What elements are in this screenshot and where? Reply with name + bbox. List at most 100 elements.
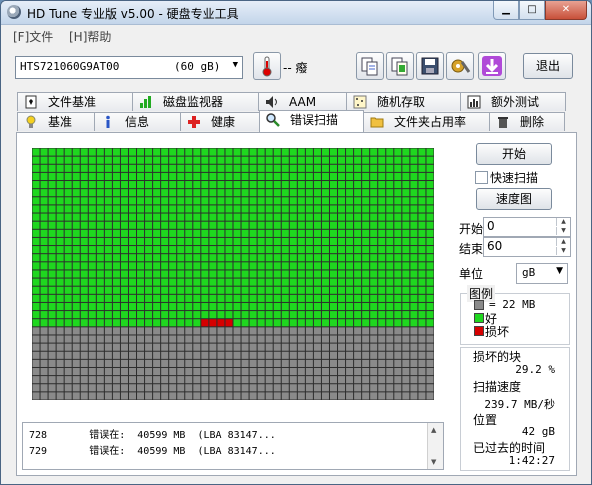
good-block xyxy=(362,164,370,172)
good-block xyxy=(64,213,72,221)
spin-down-icon[interactable]: ▼ xyxy=(556,227,570,235)
good-block xyxy=(346,156,354,164)
tab-folder-usage[interactable]: 文件夹占用率 xyxy=(363,112,490,131)
good-block xyxy=(338,189,346,197)
unscanned-block xyxy=(313,392,321,400)
unscanned-block xyxy=(394,327,402,335)
good-block xyxy=(346,311,354,319)
minimize-icon[interactable]: ▁ xyxy=(493,1,519,20)
good-block xyxy=(386,286,394,294)
good-block xyxy=(201,164,209,172)
good-block xyxy=(386,213,394,221)
unscanned-block xyxy=(305,335,313,343)
error-log[interactable]: 728 错误在: 40599 MB (LBA 83147... 729 错误在:… xyxy=(22,422,444,470)
good-block xyxy=(217,278,225,286)
menu-file[interactable]: [F]文件 xyxy=(13,28,53,45)
copy-info-button[interactable] xyxy=(386,52,414,80)
scroll-down-icon[interactable]: ▼ xyxy=(431,458,436,466)
copy-text-button[interactable] xyxy=(356,52,384,80)
good-block xyxy=(96,172,104,181)
save-button[interactable] xyxy=(416,52,444,80)
good-block xyxy=(72,311,80,319)
tab-info[interactable]: 信息 xyxy=(94,112,181,131)
good-block xyxy=(32,294,40,302)
spin-down-icon[interactable]: ▼ xyxy=(556,247,570,255)
good-block xyxy=(64,172,72,181)
unscanned-block xyxy=(273,376,281,384)
good-block xyxy=(289,254,297,262)
unscanned-block xyxy=(257,367,265,376)
good-block xyxy=(48,237,56,246)
speed-map-button[interactable]: 速度图 xyxy=(476,188,552,210)
good-block xyxy=(346,213,354,221)
unscanned-block xyxy=(201,335,209,343)
good-block xyxy=(104,213,112,221)
unscanned-block xyxy=(233,367,241,376)
tab-extra-tests[interactable]: 额外测试 xyxy=(460,92,566,111)
spin-up-icon[interactable]: ▲ xyxy=(556,238,570,246)
tab-erase[interactable]: 删除 xyxy=(489,112,565,131)
start-button[interactable]: 开始 xyxy=(476,143,552,165)
scroll-up-icon[interactable]: ▲ xyxy=(431,426,436,434)
good-block xyxy=(104,181,112,189)
unscanned-block xyxy=(354,367,362,376)
download-button[interactable] xyxy=(478,52,506,80)
good-block xyxy=(338,262,346,270)
close-icon[interactable]: ✕ xyxy=(545,1,587,20)
unit-select[interactable]: gB ▼ xyxy=(516,263,568,284)
good-block xyxy=(362,286,370,294)
good-block xyxy=(281,254,289,262)
good-block xyxy=(80,148,88,156)
good-block xyxy=(329,262,338,270)
good-block xyxy=(281,270,289,278)
spin-up-icon[interactable]: ▲ xyxy=(556,218,570,226)
good-block xyxy=(426,213,434,221)
bad-block xyxy=(201,319,209,327)
tab-aam[interactable]: AAM xyxy=(258,92,347,111)
bad-block xyxy=(217,319,225,327)
good-block xyxy=(96,164,104,172)
good-block xyxy=(32,172,40,181)
good-block xyxy=(354,302,362,311)
start-position-input[interactable]: 0 ▲ ▼ xyxy=(483,217,571,237)
tab-error-scan[interactable]: 错误扫描 xyxy=(259,110,364,132)
good-block xyxy=(128,181,137,189)
tab-health[interactable]: 健康 xyxy=(180,112,260,131)
maximize-icon[interactable]: □ xyxy=(519,1,545,20)
good-block xyxy=(378,302,386,311)
good-block xyxy=(153,246,161,254)
end-position-input[interactable]: 60 ▲ ▼ xyxy=(483,237,571,257)
good-block xyxy=(120,205,128,213)
good-block xyxy=(96,294,104,302)
good-block xyxy=(305,189,313,197)
good-block xyxy=(153,213,161,221)
quick-scan-checkbox[interactable] xyxy=(475,171,488,184)
good-block xyxy=(402,205,410,213)
download-icon xyxy=(482,56,502,76)
good-block xyxy=(313,246,321,254)
exit-button[interactable]: 退出 xyxy=(523,53,573,79)
unscanned-block xyxy=(338,367,346,376)
tab-random-access[interactable]: 随机存取 xyxy=(346,92,461,111)
good-block xyxy=(257,221,265,229)
good-block xyxy=(297,246,305,254)
good-block xyxy=(161,311,169,319)
menu-help[interactable]: [H]帮助 xyxy=(69,28,111,45)
drive-select[interactable]: HTS721060G9AT00 (60 gB) ▼ xyxy=(15,56,243,79)
good-block xyxy=(201,237,209,246)
good-block xyxy=(249,181,257,189)
unscanned-block xyxy=(241,327,249,335)
tab-disk-monitor[interactable]: 磁盘监视器 xyxy=(132,92,259,111)
good-block xyxy=(40,311,48,319)
good-block xyxy=(40,221,48,229)
thermometer-button[interactable] xyxy=(253,52,281,80)
settings-button[interactable] xyxy=(446,52,474,80)
tab-benchmark[interactable]: 基准 xyxy=(17,112,95,131)
tab-file-benchmark[interactable]: 文件基准 xyxy=(17,92,133,111)
good-block xyxy=(88,302,96,311)
good-block xyxy=(418,213,426,221)
log-scrollbar[interactable]: ▲ ▼ xyxy=(427,423,443,469)
unscanned-block xyxy=(313,327,321,335)
good-block xyxy=(128,237,137,246)
good-block xyxy=(410,205,418,213)
